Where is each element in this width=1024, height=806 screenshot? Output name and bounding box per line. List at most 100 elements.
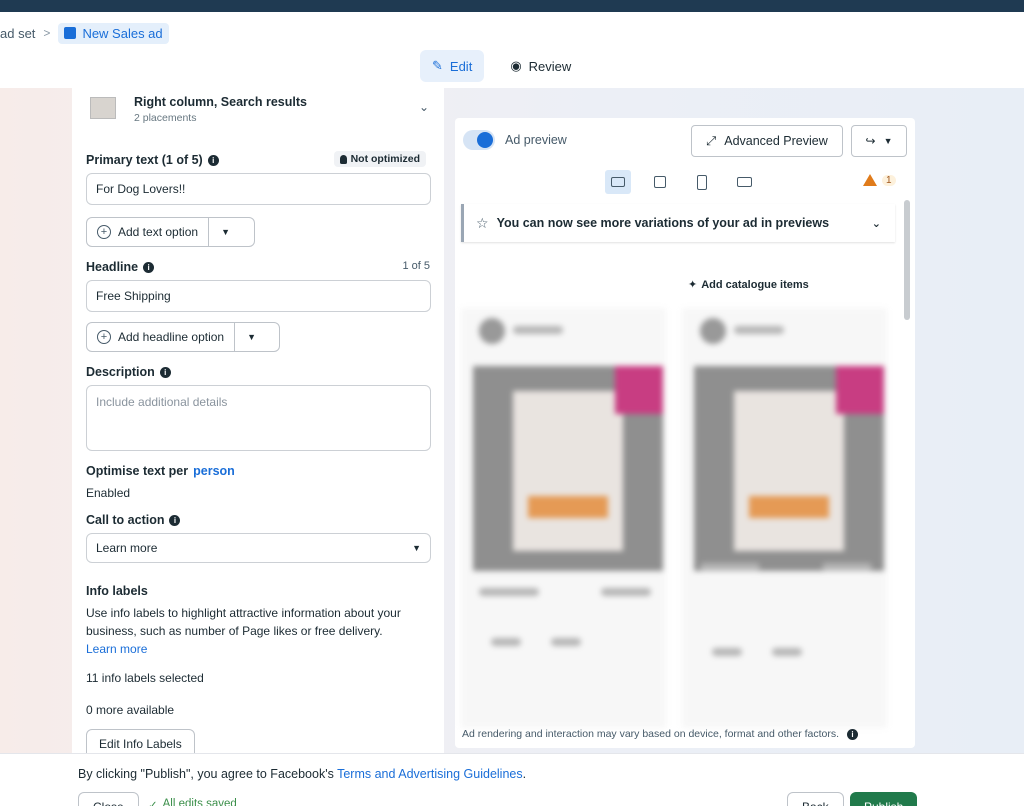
- star-icon: ☆: [476, 214, 489, 231]
- square-icon[interactable]: [647, 170, 673, 194]
- pencil-icon: ✎: [432, 58, 443, 73]
- add-catalogue-items-label: Add catalogue items: [701, 278, 809, 291]
- blurred-text: [491, 638, 521, 646]
- caret-down-icon[interactable]: ▼: [208, 218, 242, 246]
- info-icon[interactable]: i: [143, 261, 155, 273]
- info-icon[interactable]: i: [159, 366, 171, 378]
- blurred-text: [513, 326, 563, 334]
- desktop-icon[interactable]: [605, 170, 631, 194]
- caret-down-icon: ▼: [883, 136, 893, 146]
- description-input[interactable]: Include additional details: [86, 385, 431, 451]
- ad-image: [473, 366, 663, 571]
- learn-more-link[interactable]: Learn more: [86, 642, 147, 656]
- warning-icon: [863, 174, 877, 186]
- phone-icon[interactable]: [689, 170, 715, 194]
- not-optimized-text: Not optimized: [350, 153, 420, 165]
- blurred-text: [551, 638, 581, 646]
- save-status: ✓ All edits saved: [148, 798, 237, 806]
- add-text-option-main[interactable]: + Add text option: [87, 218, 208, 246]
- optimise-person-link[interactable]: person: [193, 464, 235, 478]
- tab-review[interactable]: ◉ Review: [498, 50, 583, 82]
- optimise-text-label: Optimise text per person: [86, 464, 235, 478]
- warning-indicator[interactable]: 1: [863, 174, 896, 186]
- placement-title: Right column, Search results: [134, 95, 307, 109]
- ad-graphic: [528, 496, 608, 518]
- info-icon[interactable]: i: [207, 154, 219, 166]
- add-headline-option-main[interactable]: + Add headline option: [87, 323, 234, 351]
- call-to-action-label: Call to action i: [86, 513, 181, 527]
- optimise-label-prefix: Optimise text per: [86, 464, 189, 478]
- ad-preview-toggle[interactable]: [463, 130, 495, 150]
- ad-graphic: [749, 496, 829, 518]
- caret-down-icon: ▼: [412, 543, 421, 553]
- blurred-text: [601, 588, 651, 596]
- variations-banner[interactable]: ☆ You can now see more variations of you…: [461, 204, 895, 242]
- primary-text-label: Primary text (1 of 5) i: [86, 153, 219, 167]
- top-strip: [0, 0, 1024, 12]
- toggle-knob: [477, 132, 493, 148]
- headline-label: Headline i: [86, 260, 155, 274]
- breadcrumb-current-ad[interactable]: New Sales ad: [58, 22, 169, 44]
- placement-selector[interactable]: Right column, Search results 2 placement…: [86, 94, 431, 124]
- ad-graphic: [836, 366, 884, 414]
- publish-terms: By clicking "Publish", you agree to Face…: [78, 767, 526, 781]
- landscape-icon[interactable]: [731, 170, 757, 194]
- headline-input[interactable]: Free Shipping: [86, 280, 431, 312]
- description-label: Description i: [86, 365, 171, 379]
- tab-edit[interactable]: ✎ Edit: [420, 50, 485, 82]
- preview-disclaimer: Ad rendering and interaction may vary ba…: [462, 728, 859, 740]
- description-label-text: Description: [86, 365, 155, 379]
- add-text-option-label: Add text option: [118, 225, 199, 239]
- ad-icon: [64, 27, 77, 39]
- save-status-text: All edits saved: [162, 798, 237, 806]
- blurred-text: [734, 326, 784, 334]
- expand-icon: ⤢: [706, 133, 717, 148]
- info-labels-selected-count: 11 info labels selected: [86, 671, 204, 685]
- avatar: [479, 318, 505, 344]
- header: ad set > New Sales ad ✎ Edit ◉ Review: [0, 12, 1024, 88]
- info-icon[interactable]: i: [169, 514, 181, 526]
- placement-thumbnail: [90, 97, 116, 119]
- info-icon[interactable]: i: [847, 728, 859, 740]
- back-button[interactable]: Back: [787, 792, 844, 806]
- publish-button[interactable]: Publish: [850, 792, 918, 806]
- breadcrumb: ad set > New Sales ad: [0, 22, 169, 44]
- edit-info-labels-button[interactable]: Edit Info Labels: [86, 729, 195, 753]
- breadcrumb-separator-icon: >: [43, 26, 51, 40]
- avatar: [700, 318, 726, 344]
- call-to-action-select[interactable]: Learn more ▼: [86, 533, 431, 563]
- eye-icon: ◉: [510, 58, 522, 73]
- breadcrumb-ad-set[interactable]: ad set: [0, 26, 35, 41]
- headline-count: 1 of 5: [402, 260, 430, 272]
- plus-circle-icon: +: [97, 225, 111, 239]
- share-icon: ↪: [865, 134, 876, 148]
- ad-graphic: [615, 366, 663, 414]
- optimise-status: Enabled: [86, 486, 131, 500]
- ad-image: [694, 366, 884, 571]
- add-catalogue-items-button[interactable]: ✦ Add catalogue items: [688, 278, 809, 292]
- bulb-icon: [339, 154, 347, 164]
- chevron-down-icon[interactable]: ⌄: [419, 100, 429, 114]
- close-button[interactable]: Close: [78, 792, 139, 806]
- chevron-down-icon[interactable]: ⌄: [872, 217, 881, 230]
- plus-circle-icon: +: [97, 330, 111, 344]
- ad-preview-card-2: [682, 308, 887, 728]
- terms-link[interactable]: Terms and Advertising Guidelines: [337, 767, 523, 781]
- mode-tabs: ✎ Edit ◉ Review: [420, 50, 583, 82]
- add-text-option-button[interactable]: + Add text option ▼: [86, 217, 255, 247]
- ad-preview-panel: Ad preview ⤢ Advanced Preview ↪ ▼ 1 ☆ Yo…: [455, 118, 915, 748]
- blurred-text: [772, 648, 802, 656]
- advanced-preview-button[interactable]: ⤢ Advanced Preview: [691, 125, 843, 157]
- cta-selected-value: Learn more: [96, 541, 158, 555]
- add-headline-option-label: Add headline option: [118, 330, 225, 344]
- ad-preview-toggle-row: Ad preview: [463, 130, 567, 150]
- not-optimized-badge: Not optimized: [333, 151, 426, 167]
- variations-banner-text: You can now see more variations of your …: [496, 216, 830, 230]
- add-headline-option-button[interactable]: + Add headline option ▼: [86, 322, 280, 352]
- share-button[interactable]: ↪ ▼: [851, 125, 907, 157]
- primary-text-input[interactable]: For Dog Lovers!!: [86, 173, 431, 205]
- preview-scrollbar[interactable]: [904, 200, 910, 320]
- ad-preview-card-1: [461, 308, 666, 728]
- caret-down-icon[interactable]: ▼: [234, 323, 268, 351]
- ad-poster: [734, 391, 844, 551]
